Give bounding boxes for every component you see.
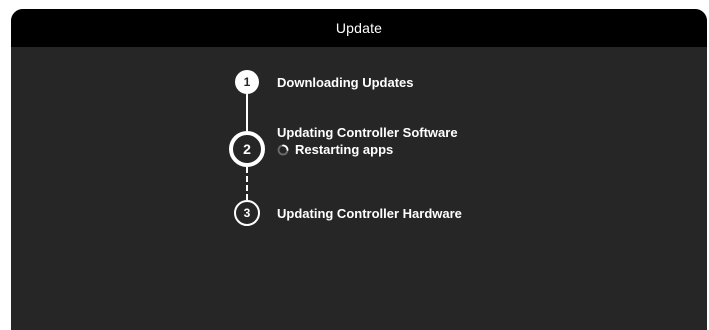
step-1-indicator: 1: [235, 70, 259, 94]
step-2-label: Updating Controller Software: [277, 125, 458, 140]
title-bar: Update: [11, 9, 707, 47]
step-3-number: 3: [243, 206, 251, 220]
step-2-substatus-text: Restarting apps: [295, 142, 394, 157]
step-1-label: Downloading Updates: [277, 75, 414, 90]
window-title: Update: [335, 20, 383, 36]
step-3-indicator: 3: [234, 200, 260, 226]
loading-spinner-icon: [277, 144, 289, 155]
step-1-number: 1: [243, 75, 251, 89]
step-2-indicator: 2: [229, 131, 265, 167]
step-3-label: Updating Controller Hardware: [277, 206, 462, 221]
step-2-substatus: Restarting apps: [277, 142, 393, 157]
step-2-number: 2: [243, 141, 251, 157]
step-connector-completed: [246, 94, 248, 131]
update-window: Update: [11, 9, 707, 330]
step-connector-pending: [246, 167, 248, 200]
